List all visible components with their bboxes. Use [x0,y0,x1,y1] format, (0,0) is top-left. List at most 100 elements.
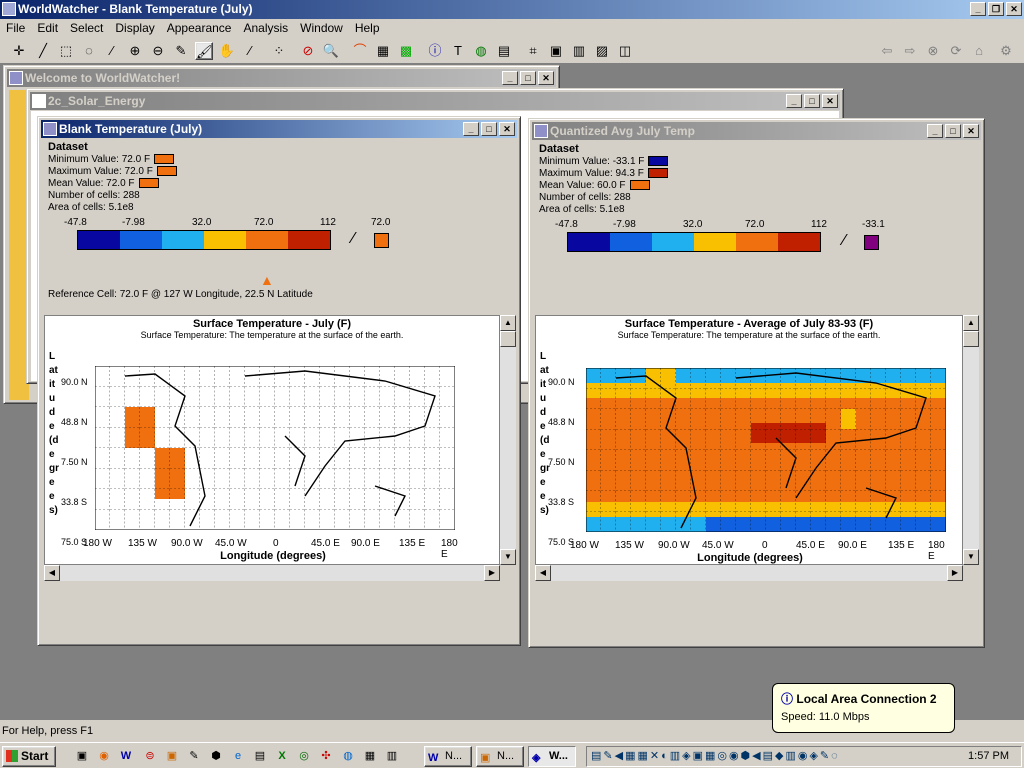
back-icon[interactable]: ⇦ [878,42,896,60]
footprints-icon[interactable]: ⁘ [270,42,288,60]
quant-scroll-thumb[interactable] [963,331,979,347]
menu-file[interactable]: File [0,19,31,38]
crop-icon[interactable]: ⌗ [524,42,542,60]
quant-scroll-left[interactable]: ◀ [535,565,551,581]
network-balloon-tooltip[interactable]: ⓘ Local Area Connection 2 Speed: 11.0 Mb… [772,683,955,733]
chart-icon[interactable]: ▨ [593,42,611,60]
quicklaunch-icon-7[interactable]: ⬢ [208,748,224,764]
menu-display[interactable]: Display [109,19,160,38]
blank-scroll-up[interactable]: ▲ [500,315,516,331]
quant-maximize-button[interactable]: □ [945,124,961,138]
blank-map-plot[interactable]: Surface Temperature - July (F) Surface T… [44,315,500,565]
app-close-button[interactable]: ✕ [1006,2,1022,16]
pencil-icon[interactable]: ✎ [172,42,190,60]
quicklaunch-icon-13[interactable]: ◍ [340,748,356,764]
quicklaunch-icon-1[interactable]: ▣ [74,748,90,764]
quant-color-scale[interactable] [567,232,821,252]
menu-help[interactable]: Help [349,19,386,38]
blank-close-button[interactable]: ✕ [499,122,515,136]
solar-minimize-button[interactable]: _ [786,94,802,108]
app-minimize-button[interactable]: _ [970,2,986,16]
quicklaunch-icon-6[interactable]: ✎ [186,748,202,764]
blank-color-scale[interactable] [77,230,331,250]
menu-appearance[interactable]: Appearance [161,19,238,38]
quant-map-plot[interactable]: Surface Temperature - Average of July 83… [535,315,963,565]
menu-edit[interactable]: Edit [31,19,64,38]
blank-scroll-right[interactable]: ▶ [484,565,500,581]
quicklaunch-icon-12[interactable]: ✣ [318,748,334,764]
menu-analysis[interactable]: Analysis [237,19,294,38]
quant-scroll-up[interactable]: ▲ [963,315,979,331]
quant-scroll-right[interactable]: ▶ [947,565,963,581]
tray-icons[interactable]: ▤✎◀▦▦✕◐▥◈▣▦◎◉⬢◀▤◆▥◉◈✎◌ [591,749,840,762]
magnifier-icon[interactable]: 🔍 [322,42,340,60]
info-icon[interactable]: ⓘ [426,42,444,60]
welcome-title-bar[interactable]: Welcome to WorldWatcher! _ □ ✕ [7,69,556,87]
blank-scroll-left[interactable]: ◀ [44,565,60,581]
blank-eyedropper-icon[interactable]: ⁄ [352,230,355,248]
blank-maximize-button[interactable]: □ [481,122,497,136]
menu-select[interactable]: Select [64,19,109,38]
rainbow-icon[interactable]: ⌒ [351,42,369,60]
gear-icon[interactable]: ⚙ [997,42,1015,60]
quicklaunch-icon-2[interactable]: ◉ [96,748,112,764]
zoom-in-icon[interactable]: ⊕ [126,42,144,60]
zoom-out-icon[interactable]: ⊖ [149,42,167,60]
taskbar-item-2[interactable]: ▣ N... [476,746,524,767]
quicklaunch-icon-15[interactable]: ▥ [384,748,400,764]
quicklaunch-icon-11[interactable]: ◎ [296,748,312,764]
solar-close-button[interactable]: ✕ [822,94,838,108]
crosshair-icon[interactable]: ✛ [10,42,28,60]
blank-vertical-scrollbar[interactable]: ▲ ▼ [500,315,516,565]
lasso-icon[interactable]: ◌ [80,42,98,60]
blank-scroll-down[interactable]: ▼ [500,549,516,565]
start-button[interactable]: Start [2,746,56,767]
clock[interactable]: 1:57 PM [968,750,1009,762]
welcome-close-button[interactable]: ✕ [538,71,554,85]
line-icon[interactable]: ╱ [34,42,52,60]
color-grid-icon[interactable]: ▩ [397,42,415,60]
quicklaunch-icon-9[interactable]: ▤ [252,748,268,764]
rect-select-icon[interactable]: ⬚ [57,42,75,60]
quant-scroll-down[interactable]: ▼ [963,549,979,565]
stop-icon[interactable]: ⊗ [924,42,942,60]
map-icon[interactable]: ▤ [495,42,513,60]
quant-close-button[interactable]: ✕ [963,124,979,138]
quicklaunch-icon-5[interactable]: ▣ [164,748,180,764]
quant-minimize-button[interactable]: _ [927,124,943,138]
hand-icon[interactable]: ✋ [218,42,236,60]
wand-icon[interactable]: ⁄ [103,42,121,60]
word-icon[interactable]: W [118,748,134,764]
quant-horizontal-scrollbar[interactable]: ◀ ▶ [535,565,963,581]
refresh-icon[interactable]: ⟳ [947,42,965,60]
histogram-icon[interactable]: ▥ [570,42,588,60]
taskbar-item-1[interactable]: W N... [424,746,472,767]
image-icon[interactable]: ▣ [547,42,565,60]
welcome-maximize-button[interactable]: □ [520,71,536,85]
blank-minimize-button[interactable]: _ [463,122,479,136]
blank-scroll-thumb[interactable] [500,331,516,347]
blank-horizontal-scrollbar[interactable]: ◀ ▶ [44,565,500,581]
quicklaunch-icon-14[interactable]: ▦ [362,748,378,764]
forward-icon[interactable]: ⇨ [901,42,919,60]
quant-vertical-scrollbar[interactable]: ▲ ▼ [963,315,979,565]
welcome-minimize-button[interactable]: _ [502,71,518,85]
blank-title-bar[interactable]: Blank Temperature (July) _ □ ✕ [41,120,517,138]
home-icon[interactable]: ⌂ [970,42,988,60]
solar-maximize-button[interactable]: □ [804,94,820,108]
graph-icon[interactable]: ◫ [616,42,634,60]
grid-icon[interactable]: ▦ [374,42,392,60]
eyedropper-icon[interactable]: ⁄ [241,42,259,60]
solar-title-bar[interactable]: 2c_Solar_Energy _ □ ✕ [30,92,840,110]
ie-icon[interactable]: e [230,748,246,764]
taskbar-item-worldwatcher[interactable]: ◈ W... [528,746,576,767]
quant-title-bar[interactable]: Quantized Avg July Temp _ □ ✕ [532,122,981,140]
no-pan-icon[interactable]: ⊘ [299,42,317,60]
globe-icon[interactable]: ◍ [472,42,490,60]
text-icon[interactable]: T [449,42,467,60]
quicklaunch-icon-4[interactable]: ⊜ [142,748,158,764]
quant-eyedropper-icon[interactable]: ⁄ [843,232,846,250]
brush-icon[interactable]: 🖌 [195,42,213,60]
app-restore-button[interactable]: ❐ [988,2,1004,16]
menu-window[interactable]: Window [294,19,349,38]
